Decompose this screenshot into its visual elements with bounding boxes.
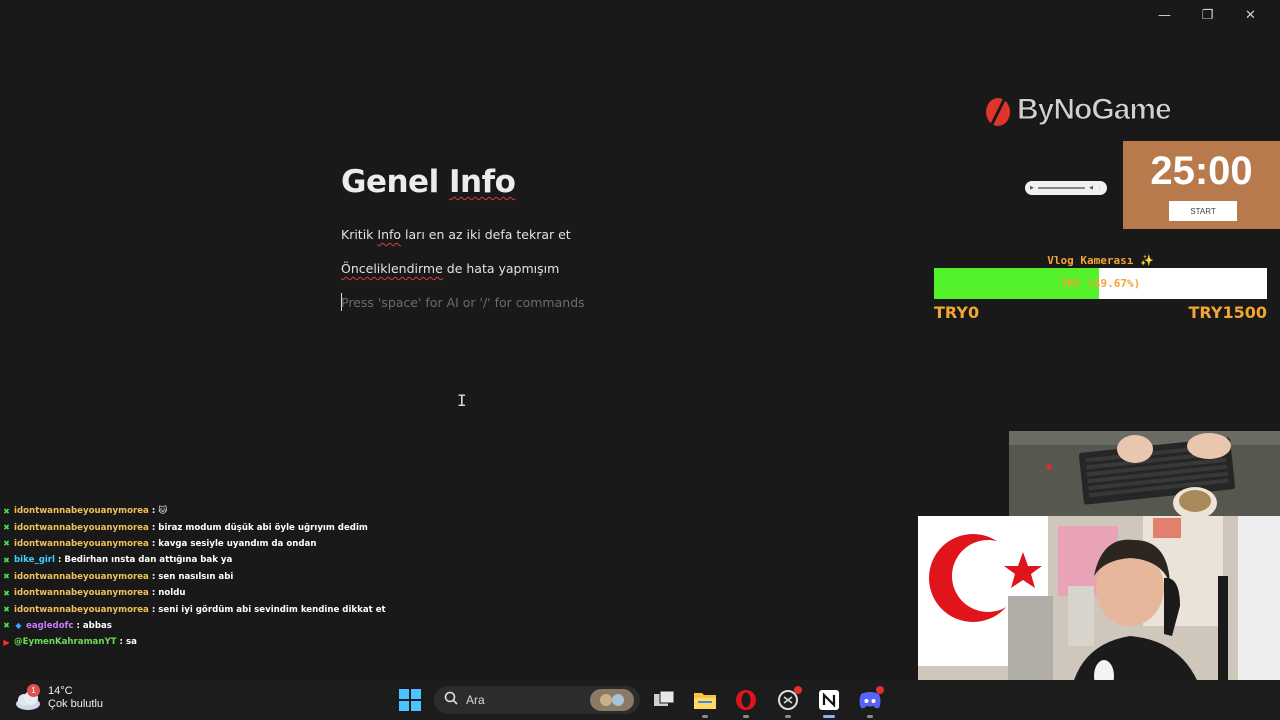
taskbar-search[interactable]: Ara: [434, 686, 640, 714]
chat-badge-icon: ✖: [3, 539, 10, 549]
chat-text: : 🐱: [151, 506, 168, 517]
taskbar: 1 14°C Çok bulutlu Ara: [0, 680, 1280, 720]
close-button[interactable]: ✕: [1229, 6, 1272, 24]
maximize-button[interactable]: ❐: [1186, 6, 1229, 24]
chat-text: : seni iyi gördüm abi sevindim kendine d…: [151, 604, 386, 615]
chat-message: ✖ idontwannabeyouanymorea: kavga sesiyle …: [2, 536, 602, 552]
chat-text: : noldu: [151, 588, 186, 599]
title-word-1: Genel: [341, 164, 439, 200]
search-label: Ara: [466, 693, 485, 707]
notification-badge: [876, 686, 884, 694]
chat-username[interactable]: @EymenKahramanYT: [14, 637, 117, 647]
search-highlight-icon: [590, 689, 634, 716]
audio-progress[interactable]: [1037, 187, 1086, 189]
open-indicator: [867, 715, 873, 718]
task-view-icon[interactable]: [652, 688, 676, 712]
weather-widget[interactable]: 1 14°C Çok bulutlu: [14, 684, 103, 712]
open-indicator: [743, 715, 749, 718]
weather-desc: Çok bulutlu: [48, 698, 104, 710]
chat-text: : kavga sesiyle uyandım da ondan: [151, 538, 317, 549]
discord-icon[interactable]: [858, 686, 884, 718]
chat-username[interactable]: idontwannabeyouanymorea: [14, 572, 149, 582]
window-controls: — ❐ ✕: [1143, 6, 1272, 24]
notion-icon[interactable]: [817, 688, 841, 718]
chat-badge-icon: ✖: [3, 523, 10, 533]
chat-username[interactable]: bike_girl: [14, 555, 55, 565]
brand-logo: ByNoGame: [985, 92, 1173, 128]
chat-text: : sa: [119, 637, 137, 648]
play-icon[interactable]: ▶: [1030, 185, 1034, 191]
chat-badge-icon: ✖: [3, 506, 10, 516]
notion-page: Genel Info Kritik Info ları en az iki de…: [341, 164, 901, 311]
chat-message: ✖ idontwannabeyouanymorea: biraz modum dü…: [2, 519, 602, 535]
chat-text: : Bedirhan ınsta dan attığına bak ya: [58, 555, 233, 566]
brand-name: ByNoGame: [1017, 93, 1173, 127]
chatgpt-icon[interactable]: [776, 686, 802, 718]
pomodoro-timer: 25:00 START: [1123, 141, 1280, 229]
more-icon[interactable]: ⋮: [1097, 185, 1102, 191]
text-block-1[interactable]: Kritik Info ları en az iki defa tekrar e…: [341, 227, 571, 242]
chat-message: ✖ idontwannabeyouanymorea: seni iyi gördü…: [2, 601, 602, 617]
donation-goal-bar: TRY (49.67%): [934, 268, 1267, 299]
stream-chat: ✖ idontwannabeyouanymorea: 🐱 ✖ idontwannabe…: [2, 503, 602, 651]
text-2b: de hata yapmışım: [442, 261, 560, 276]
donation-goal-min: TRY0: [934, 303, 980, 322]
search-icon: [444, 691, 458, 710]
chat-username[interactable]: idontwannabeyouanymorea: [14, 506, 149, 516]
chat-username[interactable]: idontwannabeyouanymorea: [14, 523, 149, 533]
page-title[interactable]: Genel Info: [341, 164, 901, 200]
open-indicator: [785, 715, 791, 718]
chat-badge-icon: ✖: [3, 605, 10, 615]
chat-message: ✖ idontwannabeyouanymorea: noldu: [2, 585, 602, 601]
text-1b: ları en az iki defa tekrar et: [401, 227, 571, 242]
chat-badge-icon: ◆: [15, 621, 22, 631]
text-1a: Kritik: [341, 227, 378, 242]
chat-username[interactable]: idontwannabeyouanymorea: [14, 539, 149, 549]
volume-icon[interactable]: ◀: [1089, 185, 1093, 191]
active-indicator: [823, 715, 835, 718]
text-1-misspelled: Info: [377, 227, 402, 242]
notification-badge: [794, 686, 802, 694]
audio-player[interactable]: ▶ ◀ ⋮: [1025, 181, 1107, 195]
chat-message: ✖ bike_girl: Bedirhan ınsta dan attığına …: [2, 552, 602, 568]
donation-goal-max: TRY1500: [1188, 303, 1267, 322]
chat-text: : abbas: [76, 620, 112, 631]
chat-text: : sen nasılsın abi: [151, 571, 234, 582]
chat-message: ✖ idontwannabeyouanymorea: 🐱: [2, 503, 602, 519]
chat-username[interactable]: idontwannabeyouanymorea: [14, 605, 149, 615]
text-caret: [341, 293, 342, 311]
donation-goal-title: Vlog Kamerası ✨: [1047, 254, 1154, 267]
windows-start-icon[interactable]: [398, 688, 422, 712]
keyboard-camera-feed: [1009, 431, 1280, 516]
timer-start-button[interactable]: START: [1169, 201, 1237, 221]
file-explorer-icon[interactable]: [693, 688, 717, 718]
chat-badge-icon: ✖: [3, 588, 10, 598]
chat-message: ▶ @EymenKahramanYT: sa: [2, 634, 602, 650]
opera-icon[interactable]: [734, 688, 758, 718]
chat-badge-icon: ▶: [3, 637, 10, 647]
chat-message: ✖ ◆ eagledofc: abbas: [2, 618, 602, 634]
weather-temp: 14°C: [48, 685, 73, 697]
text-2-misspelled: Önceliklendirme: [341, 261, 443, 276]
title-word-2: Info: [449, 164, 516, 200]
chat-badge-icon: ✖: [3, 572, 10, 582]
chat-badge-icon: ✖: [3, 555, 10, 565]
chat-message: ✖ idontwannabeyouanymorea: sen nasılsın a…: [2, 569, 602, 585]
chat-username[interactable]: idontwannabeyouanymorea: [14, 588, 149, 598]
open-indicator: [702, 715, 708, 718]
chat-text: : biraz modum düşük abi öyle uğrıyım ded…: [151, 522, 368, 533]
minimize-button[interactable]: —: [1143, 6, 1186, 24]
text-cursor-icon: I: [457, 391, 467, 410]
donation-goal-percent: TRY (49.67%): [1060, 277, 1141, 290]
chat-badge-icon: ✖: [3, 621, 10, 631]
timer-value: 25:00: [1150, 149, 1253, 193]
weather-badge: 1: [27, 684, 40, 697]
cloud-icon: 1: [14, 684, 42, 712]
text-block-2[interactable]: Önceliklendirme de hata yapmışım: [341, 261, 559, 276]
chat-username[interactable]: eagledofc: [26, 621, 73, 631]
empty-block-placeholder[interactable]: Press 'space' for AI or '/' for commands: [341, 295, 585, 310]
bynogame-logo-icon: [985, 92, 1013, 128]
